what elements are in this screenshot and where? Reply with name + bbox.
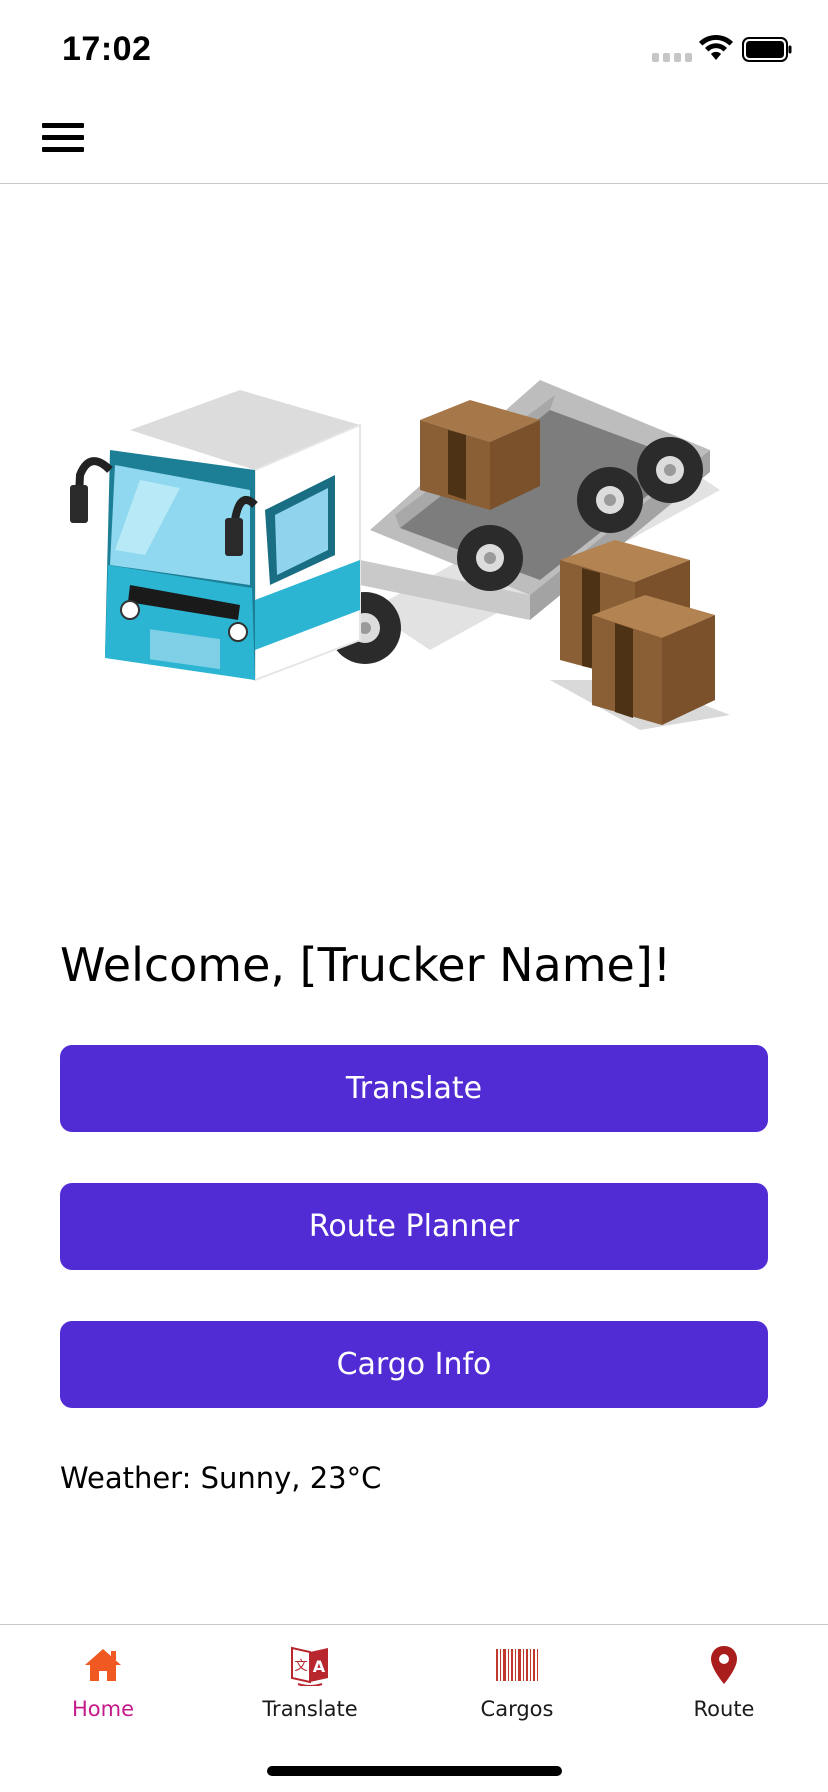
cellular-signal-icon	[652, 53, 692, 62]
truck-illustration	[70, 380, 730, 730]
home-indicator	[267, 1766, 562, 1776]
weather-text: Weather: Sunny, 23°C	[60, 1461, 382, 1495]
map-pin-icon	[702, 1643, 746, 1687]
svg-text:文: 文	[294, 1659, 307, 1674]
tab-cargos-label: Cargos	[480, 1697, 554, 1721]
status-time: 17:02	[62, 30, 152, 68]
tab-home-label: Home	[71, 1697, 134, 1721]
translate-icon: A 文	[288, 1643, 332, 1687]
tab-route[interactable]: Route	[654, 1643, 794, 1743]
tab-translate[interactable]: A 文 Translate	[240, 1643, 380, 1743]
tab-route-label: Route	[693, 1697, 755, 1721]
status-bar: 17:02	[0, 0, 828, 92]
tab-translate-label: Translate	[262, 1697, 358, 1721]
welcome-heading: Welcome, [Trucker Name]!	[60, 938, 672, 992]
top-app-bar	[0, 92, 828, 184]
route-planner-button[interactable]: Route Planner	[60, 1183, 768, 1270]
hamburger-menu-icon[interactable]	[40, 120, 88, 156]
translate-button[interactable]: Translate	[60, 1045, 768, 1132]
cargo-info-button[interactable]: Cargo Info	[60, 1321, 768, 1408]
wifi-icon	[699, 34, 733, 60]
tab-cargos[interactable]: Cargos	[447, 1643, 587, 1743]
tab-home[interactable]: Home	[33, 1643, 173, 1743]
svg-text:A: A	[313, 1657, 326, 1676]
home-icon	[81, 1643, 125, 1687]
barcode-icon	[495, 1643, 539, 1687]
battery-icon	[742, 37, 792, 62]
